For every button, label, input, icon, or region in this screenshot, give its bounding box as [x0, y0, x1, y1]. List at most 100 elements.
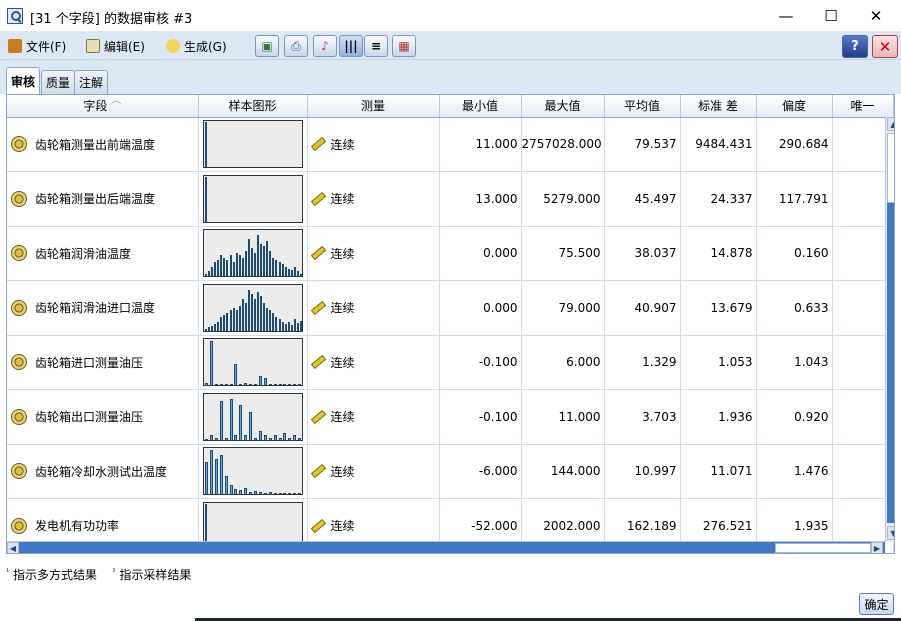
title-bar: [31 个字段] 的数据审核 #3 — ☐ ✕	[0, 0, 901, 32]
histogram-bar	[253, 384, 257, 386]
cell-skew: 290.684	[756, 117, 833, 172]
export-button[interactable]: ▣	[255, 35, 279, 57]
field-cell[interactable]: 齿轮箱润滑油温度	[7, 226, 199, 281]
table-view-button[interactable]: ▦	[392, 35, 416, 57]
measure-cell[interactable]: 连续	[307, 335, 440, 390]
table-row[interactable]: 齿轮箱测量出前端温度 连续 11.000 2757028.000 79.537 9484.…	[7, 117, 894, 172]
sample-histogram[interactable]	[202, 120, 303, 169]
field-type-icon	[11, 245, 27, 262]
minimize-button[interactable]: —	[763, 0, 809, 32]
ok-button[interactable]: 确定	[859, 593, 894, 615]
help-button[interactable]: ?	[842, 35, 868, 58]
histogram-bar	[287, 384, 291, 386]
print-icon: ⎙	[291, 38, 301, 53]
tab-quality[interactable]: 质量	[41, 70, 76, 94]
histogram-bar	[284, 323, 287, 331]
sample-histogram[interactable]	[202, 283, 303, 332]
horizontal-scrollbar[interactable]: ◀ ▶	[7, 541, 885, 553]
sample-histogram[interactable]	[202, 392, 303, 441]
vertical-scroll-track[interactable]	[887, 203, 894, 523]
table-row[interactable]: 齿轮箱测量出后端温度 连续 13.000 5279.000 45.497 24.337 11…	[7, 171, 894, 227]
scroll-left-icon[interactable]: ◀	[7, 542, 19, 553]
close-window-button[interactable]: ✕	[853, 0, 899, 32]
field-cell[interactable]: 齿轮箱润滑油进口温度	[7, 280, 199, 336]
field-wrap: 齿轮箱润滑油温度	[11, 245, 197, 262]
field-cell[interactable]: 齿轮箱测量出前端温度	[7, 117, 199, 172]
tab-annotation[interactable]: 注解	[74, 70, 109, 94]
sample-chart-cell[interactable]	[198, 117, 308, 172]
header-skew[interactable]: 偏度	[756, 95, 833, 118]
measure-cell[interactable]: 连续	[307, 171, 440, 227]
footnote: ¹ 指示多方式结果 ² 指示采样结果	[6, 566, 191, 583]
menu-file[interactable]: 文件(F)	[8, 37, 66, 55]
header-measure[interactable]: 测量	[307, 95, 440, 118]
scroll-up-icon[interactable]: ▲	[887, 117, 894, 131]
measure-cell[interactable]: 连续	[307, 389, 440, 445]
header-field[interactable]: 字段 ⌒	[7, 95, 199, 118]
histogram-bar	[290, 324, 293, 331]
histogram-bar	[229, 309, 232, 331]
cell-unique	[832, 280, 894, 336]
row-view-button[interactable]: ≡	[364, 35, 388, 57]
histogram-bar	[290, 270, 293, 277]
header-mean[interactable]: 平均值	[604, 95, 681, 118]
field-name: 齿轮箱润滑油温度	[35, 246, 132, 261]
header-max[interactable]: 最大值	[521, 95, 605, 118]
field-cell[interactable]: 齿轮箱进口测量油压	[7, 335, 199, 390]
sample-chart-cell[interactable]	[198, 389, 308, 445]
sample-histogram[interactable]	[202, 174, 303, 223]
measure-cell[interactable]: 连续	[307, 444, 440, 499]
cell-skew: 0.160	[756, 226, 833, 281]
table-row[interactable]: 齿轮箱出口测量油压 连续 -0.100 11.000 3.703 1.936 0.920	[7, 389, 894, 445]
horizontal-scroll-thumb[interactable]	[775, 543, 871, 553]
sample-histogram[interactable]	[202, 338, 303, 387]
histogram-bar	[258, 492, 262, 495]
tab-audit[interactable]: 审核	[6, 67, 41, 94]
print-button[interactable]: ⎙	[284, 35, 308, 57]
field-cell[interactable]: 齿轮箱测量出后端温度	[7, 171, 199, 227]
histogram-bar	[265, 307, 268, 331]
table-row[interactable]: 齿轮箱进口测量油压 连续 -0.100 6.000 1.329 1.053 1.043	[7, 335, 894, 390]
cell-std: 1.936	[680, 389, 757, 445]
field-cell[interactable]: 齿轮箱出口测量油压	[7, 389, 199, 445]
measure-wrap: 连续	[308, 517, 439, 534]
sample-chart-cell[interactable]	[198, 335, 308, 390]
table-row[interactable]: 齿轮箱冷却水测试出温度 连续 -6.000 144.000 10.997 11.071 1.…	[7, 444, 894, 499]
vertical-scrollbar[interactable]: ▲ ▼	[885, 117, 894, 542]
chart-options-button[interactable]: ♪	[313, 35, 337, 57]
histogram-bar	[219, 316, 222, 331]
header-std[interactable]: 标准 差	[680, 95, 757, 118]
column-view-button[interactable]: |||	[339, 35, 363, 57]
sample-chart-cell[interactable]	[198, 171, 308, 227]
scroll-right-icon[interactable]: ▶	[871, 542, 883, 553]
histogram-bar	[274, 316, 277, 331]
maximize-button[interactable]: ☐	[808, 0, 854, 32]
measure-wrap: 连续	[308, 299, 439, 316]
histogram-bar	[210, 325, 213, 331]
table-row[interactable]: 齿轮箱润滑油温度 连续 0.000 75.500 38.037 14.878 0.160	[7, 226, 894, 281]
header-chart[interactable]: 样本图形	[198, 95, 308, 118]
field-name: 发电机有功功率	[35, 519, 120, 534]
field-name: 齿轮箱测量出前端温度	[35, 137, 156, 152]
sample-chart-cell[interactable]	[198, 226, 308, 281]
table-row[interactable]: 齿轮箱润滑油进口温度 连续 0.000 79.000 40.907 13.679 0.633	[7, 280, 894, 336]
scroll-down-icon[interactable]: ▼	[887, 526, 894, 540]
field-cell[interactable]: 齿轮箱冷却水测试出温度	[7, 444, 199, 499]
measure-cell[interactable]: 连续	[307, 226, 440, 281]
menu-edit[interactable]: 编辑(E)	[86, 37, 145, 55]
menu-generate[interactable]: 生成(G)	[166, 37, 227, 55]
histogram-bar	[274, 260, 277, 277]
measure-cell[interactable]: 连续	[307, 280, 440, 336]
measure-cell[interactable]: 连续	[307, 117, 440, 172]
sample-histogram[interactable]	[202, 447, 303, 496]
histogram-bar	[210, 267, 213, 277]
ruler-icon	[310, 518, 326, 533]
header-unique[interactable]: 唯一	[832, 95, 894, 118]
header-min[interactable]: 最小值	[439, 95, 522, 118]
vertical-scroll-thumb[interactable]	[887, 133, 894, 203]
field-name: 齿轮箱测量出后端温度	[35, 192, 156, 207]
sample-histogram[interactable]	[202, 229, 303, 278]
sample-chart-cell[interactable]	[198, 444, 308, 499]
close-dialog-button[interactable]: ✕	[872, 35, 898, 58]
sample-chart-cell[interactable]	[198, 280, 308, 336]
